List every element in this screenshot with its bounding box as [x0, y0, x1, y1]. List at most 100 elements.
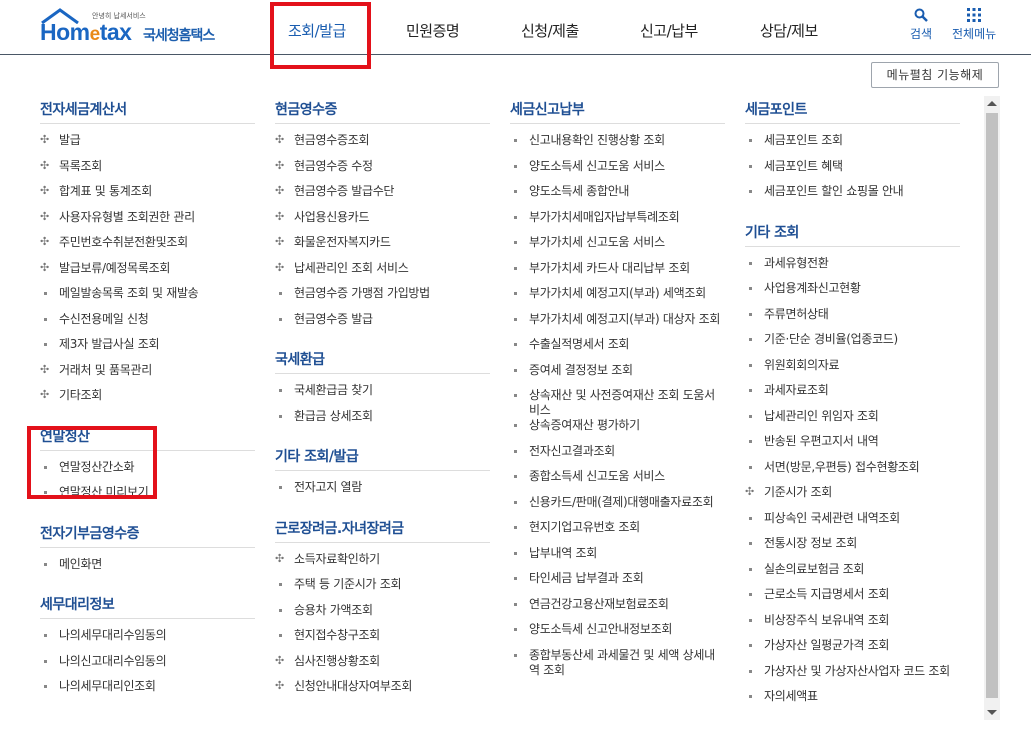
- menu-item[interactable]: 연말정산간소화: [40, 460, 255, 486]
- menu-item[interactable]: 나의세무대리수임동의: [40, 628, 255, 654]
- menu-item[interactable]: 현지접수창구조회: [275, 628, 490, 654]
- menu-item[interactable]: 주민번호수취분전환및조회: [40, 234, 255, 261]
- menu-item[interactable]: 전통시장 정보 조회: [745, 536, 960, 562]
- menu-item[interactable]: 사용자유형별 조회권한 관리: [40, 209, 255, 236]
- menu-item[interactable]: 세금포인트 할인 쇼핑몰 안내: [745, 184, 960, 210]
- menu-item[interactable]: 신고내용확인 진행상황 조회: [510, 133, 725, 159]
- menu-item[interactable]: 소득자료확인하기: [275, 551, 490, 578]
- menu-item[interactable]: 피상속인 국세관련 내역조회: [745, 511, 960, 537]
- menu-item[interactable]: 양도소득세 신고안내정보조회: [510, 622, 725, 648]
- menu-item[interactable]: 국세환급금 찾기: [275, 383, 490, 409]
- menu-section-title[interactable]: 현금영수증: [275, 97, 490, 123]
- menu-section-title[interactable]: 세무대리정보: [40, 592, 255, 618]
- menu-item[interactable]: 증여세 결정정보 조회: [510, 363, 725, 389]
- menu-item[interactable]: 환급금 상세조회: [275, 409, 490, 435]
- menu-section-title[interactable]: 세금포인트: [745, 97, 960, 123]
- nav-application[interactable]: 신청/제출: [521, 20, 579, 41]
- menu-section-title[interactable]: 전자기부금영수증: [40, 521, 255, 547]
- menu-item[interactable]: 현금영수증 발급: [275, 312, 490, 338]
- menu-item[interactable]: 승용차 가액조회: [275, 603, 490, 629]
- nav-civil-certificate[interactable]: 민원증명: [406, 20, 460, 41]
- menu-item[interactable]: 부가가치세매입자납부특례조회: [510, 210, 725, 236]
- hometax-logo[interactable]: 안녕히 납세서비스 Hometax 국세청홈택스: [40, 8, 230, 48]
- menu-item[interactable]: 현지기업고유번호 조회: [510, 520, 725, 546]
- menu-item[interactable]: 비상장주식 보유내역 조회: [745, 613, 960, 639]
- menu-item[interactable]: 과세자료조회: [745, 383, 960, 409]
- scrollbar-thumb[interactable]: [986, 113, 998, 698]
- menu-section-title[interactable]: 국세환급: [275, 347, 490, 373]
- menu-item[interactable]: 전자고지 열람: [275, 480, 490, 506]
- menu-item[interactable]: 기타조회: [40, 387, 255, 414]
- bullet-icon: [746, 159, 757, 174]
- nav-report-payment[interactable]: 신고/납부: [640, 20, 698, 41]
- menu-item[interactable]: 위원회회의자료: [745, 358, 960, 384]
- menu-item[interactable]: 나의세무대리인조회: [40, 679, 255, 705]
- menu-item[interactable]: 근로소득 지급명세서 조회: [745, 587, 960, 613]
- menu-item[interactable]: 메일발송목록 조회 및 재발송: [40, 286, 255, 312]
- menu-item[interactable]: 신청안내대상자여부조회: [275, 678, 490, 705]
- menu-item[interactable]: 현금영수증조회: [275, 132, 490, 159]
- menu-item[interactable]: 기준시가 조회: [745, 484, 960, 511]
- menu-item[interactable]: 메인화면: [40, 557, 255, 583]
- nav-consult-report[interactable]: 상담/제보: [760, 20, 818, 41]
- scroll-up-arrow-icon[interactable]: [987, 101, 997, 106]
- menu-item[interactable]: 연말정산 미리보기: [40, 485, 255, 511]
- menu-item[interactable]: 타인세금 납부결과 조회: [510, 571, 725, 597]
- menu-item[interactable]: 부가가치세 신고도움 서비스: [510, 235, 725, 261]
- menu-item[interactable]: 가상자산 및 가상자산사업자 코드 조회: [745, 664, 960, 690]
- menu-item[interactable]: 발급보류/예정목록조회: [40, 260, 255, 287]
- menu-item[interactable]: 실손의료보험금 조회: [745, 562, 960, 588]
- menu-item[interactable]: 거래처 및 품목관리: [40, 362, 255, 389]
- scroll-down-arrow-icon[interactable]: [987, 710, 997, 715]
- menu-item[interactable]: 화물운전자복지카드: [275, 234, 490, 261]
- menu-item[interactable]: 발급: [40, 132, 255, 159]
- menu-item[interactable]: 과세유형전환: [745, 256, 960, 282]
- scrollbar[interactable]: [984, 96, 1000, 720]
- menu-section-title[interactable]: 근로장려금.자녀장려금: [275, 516, 490, 542]
- menu-item[interactable]: 납부내역 조회: [510, 546, 725, 572]
- menu-item[interactable]: 반송된 우편고지서 내역: [745, 434, 960, 460]
- menu-item[interactable]: 사업용신용카드: [275, 209, 490, 236]
- all-menu-button[interactable]: 전체메뉴: [952, 8, 996, 42]
- menu-item[interactable]: 세금포인트 조회: [745, 133, 960, 159]
- menu-item[interactable]: 부가가치세 예정고지(부과) 대상자 조회: [510, 312, 725, 338]
- menu-section-title[interactable]: 연말정산: [40, 424, 255, 450]
- menu-item[interactable]: 상속증여재산 평가하기: [510, 418, 725, 444]
- menu-item[interactable]: 기준·단순 경비율(업종코드): [745, 332, 960, 358]
- menu-item[interactable]: 부가가치세 카드사 대리납부 조회: [510, 261, 725, 287]
- menu-item[interactable]: 현금영수증 수정: [275, 158, 490, 185]
- menu-item[interactable]: 납세관리인 위임자 조회: [745, 409, 960, 435]
- menu-item[interactable]: 종합부동산세 과세물건 및 세액 상세내역 조회: [510, 648, 725, 678]
- menu-item[interactable]: 종합소득세 신고도움 서비스: [510, 469, 725, 495]
- search-button[interactable]: 검색: [910, 8, 932, 42]
- menu-item[interactable]: 상속재산 및 사전증여재산 조회 도움서비스: [510, 388, 725, 418]
- menu-fold-toggle-button[interactable]: 메뉴펼침 기능해제: [871, 62, 999, 88]
- menu-item[interactable]: 심사진행상황조회: [275, 653, 490, 680]
- menu-item[interactable]: 세금포인트 혜택: [745, 159, 960, 185]
- menu-item[interactable]: 전자신고결과조회: [510, 444, 725, 470]
- menu-item[interactable]: 현금영수증 가맹점 가입방법: [275, 286, 490, 312]
- menu-section-title[interactable]: 기타 조회/발급: [275, 444, 490, 470]
- menu-item[interactable]: 제3자 발급사실 조회: [40, 337, 255, 363]
- menu-item[interactable]: 현금영수증 발급수단: [275, 183, 490, 210]
- menu-item[interactable]: 사업용계좌신고현황: [745, 281, 960, 307]
- menu-item[interactable]: 나의신고대리수임동의: [40, 654, 255, 680]
- menu-item[interactable]: 서면(방문,우편등) 접수현황조회: [745, 460, 960, 486]
- menu-section-title[interactable]: 기타 조회: [745, 220, 960, 246]
- menu-item[interactable]: 합계표 및 통계조회: [40, 183, 255, 210]
- menu-section-title[interactable]: 전자세금계산서: [40, 97, 255, 123]
- menu-item[interactable]: 연금건강고용산재보험료조회: [510, 597, 725, 623]
- menu-item[interactable]: 부가가치세 예정고지(부과) 세액조회: [510, 286, 725, 312]
- menu-item[interactable]: 납세관리인 조회 서비스: [275, 260, 490, 287]
- menu-section-title[interactable]: 세금신고납부: [510, 97, 725, 123]
- menu-item[interactable]: 주택 등 기준시가 조회: [275, 577, 490, 603]
- menu-item[interactable]: 수출실적명세서 조회: [510, 337, 725, 363]
- menu-item[interactable]: 수신전용메일 신청: [40, 312, 255, 338]
- menu-item[interactable]: 양도소득세 종합안내: [510, 184, 725, 210]
- menu-item[interactable]: 자의세액표: [745, 689, 960, 715]
- menu-item[interactable]: 양도소득세 신고도움 서비스: [510, 159, 725, 185]
- menu-item[interactable]: 신용카드/판매(결제)대행매출자료조회: [510, 495, 725, 521]
- menu-item[interactable]: 목록조회: [40, 158, 255, 185]
- menu-item[interactable]: 가상자산 일평균가격 조회: [745, 638, 960, 664]
- menu-item[interactable]: 주류면허상태: [745, 307, 960, 333]
